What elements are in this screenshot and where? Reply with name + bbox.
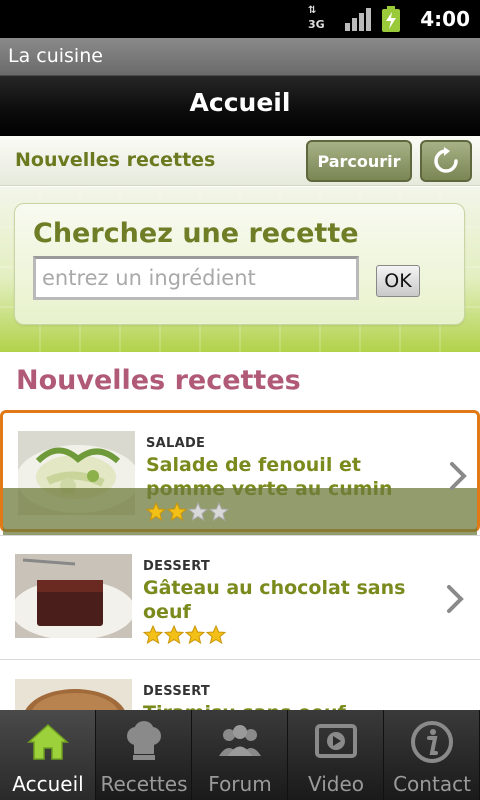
chef-hat-icon — [120, 718, 168, 766]
nav-item-accueil[interactable]: Accueil — [0, 710, 96, 800]
nav-label: Contact — [393, 772, 471, 796]
network-3g-icon: ⇅ 3G — [308, 5, 325, 32]
recipe-item[interactable]: SALADE Salade de fenouil et pomme verte … — [0, 410, 480, 535]
app-title: La cuisine — [8, 45, 103, 67]
recipe-category: SALADE — [146, 436, 206, 451]
selection-highlight — [3, 488, 477, 535]
refresh-button[interactable] — [420, 140, 472, 182]
refresh-icon — [434, 147, 458, 173]
network-type: 3G — [308, 18, 325, 31]
video-icon — [312, 718, 360, 766]
nav-label: Recettes — [100, 772, 188, 796]
search-ok-button[interactable]: OK — [376, 265, 420, 297]
clock: 4:00 — [420, 7, 470, 31]
star-icon — [142, 624, 164, 649]
search-heading: Cherchez une recette — [33, 218, 359, 249]
nav-item-video[interactable]: Video — [288, 710, 384, 800]
recipe-item[interactable]: DESSERT Gâteau au chocolat sans oeuf — [0, 536, 480, 658]
star-icon — [166, 501, 188, 526]
recipe-rating — [145, 501, 230, 526]
toolbar-title: Nouvelles recettes — [15, 149, 216, 171]
status-bar: ⇅ 3G 4:00 — [0, 0, 480, 38]
section-title: Nouvelles recettes — [16, 365, 301, 396]
nav-label: Accueil — [12, 772, 84, 796]
info-icon — [408, 718, 456, 766]
recipe-rating — [142, 624, 227, 649]
star-icon — [205, 624, 227, 649]
star-icon — [184, 624, 206, 649]
bottom-nav: Accueil Recettes Forum Video Contact — [0, 710, 480, 800]
recipe-thumbnail — [15, 554, 132, 638]
search-area: Cherchez une recette OK — [0, 187, 480, 352]
ingredient-search-input[interactable] — [33, 256, 359, 300]
signal-icon — [345, 8, 371, 31]
toolbar: Nouvelles recettes Parcourir — [0, 136, 480, 186]
chevron-right-icon — [447, 585, 464, 613]
home-icon — [24, 718, 72, 766]
nav-item-contact[interactable]: Contact — [384, 710, 480, 800]
star-icon — [163, 624, 185, 649]
star-icon — [145, 501, 167, 526]
search-card: Cherchez une recette OK — [14, 203, 465, 325]
nav-label: Forum — [208, 772, 272, 796]
recipe-category: DESSERT — [143, 559, 211, 574]
app-title-bar: La cuisine — [0, 38, 480, 76]
recipe-category: DESSERT — [143, 684, 211, 699]
recipe-name: Gâteau au chocolat sans oeuf — [143, 577, 406, 623]
status-icons: ⇅ 3G — [308, 6, 400, 32]
page-header: Accueil — [0, 76, 480, 136]
nav-item-recettes[interactable]: Recettes — [96, 710, 192, 800]
people-icon — [216, 718, 264, 766]
nav-item-forum[interactable]: Forum — [192, 710, 288, 800]
chevron-right-icon — [450, 462, 467, 490]
battery-charging-icon — [382, 6, 400, 32]
browse-button[interactable]: Parcourir — [306, 140, 412, 182]
star-empty-icon — [208, 501, 230, 526]
star-empty-icon — [187, 501, 209, 526]
nav-label: Video — [307, 772, 365, 796]
divider — [0, 659, 480, 660]
chocolate-cake-image — [15, 554, 132, 638]
page-title: Accueil — [189, 88, 291, 117]
